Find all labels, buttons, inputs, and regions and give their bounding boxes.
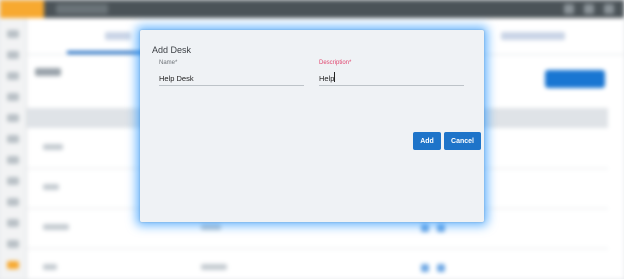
table-cell xyxy=(201,264,227,270)
table-cell xyxy=(43,144,63,150)
table-cell xyxy=(43,224,69,230)
name-field: Name* xyxy=(159,60,304,87)
tab-active[interactable] xyxy=(105,32,131,40)
description-label: Description* xyxy=(319,60,352,66)
text-cursor xyxy=(334,72,335,82)
tab[interactable] xyxy=(501,32,565,40)
sidebar-icon[interactable] xyxy=(7,93,19,101)
sidebar-icon[interactable] xyxy=(7,240,19,248)
dialog-title: Add Desk xyxy=(152,45,192,55)
table-cell xyxy=(43,264,57,270)
name-label: Name* xyxy=(159,60,178,66)
sidebar-icon[interactable] xyxy=(7,198,19,206)
description-field: Description* xyxy=(319,60,464,87)
add-desk-dialog: Add Desk Name* Description* Add Cancel xyxy=(140,30,484,222)
cancel-button[interactable]: Cancel xyxy=(444,132,481,150)
description-input[interactable] xyxy=(319,71,464,86)
section-title-placeholder xyxy=(35,68,61,76)
add-desk-button[interactable] xyxy=(545,70,605,88)
app-logo xyxy=(0,0,44,18)
table-cell xyxy=(201,224,221,230)
bell-icon[interactable] xyxy=(564,4,574,14)
sidebar-icon[interactable] xyxy=(7,135,19,143)
top-bar xyxy=(0,0,624,18)
table-row-divider xyxy=(27,248,608,249)
settings-icon[interactable] xyxy=(584,4,594,14)
sidebar xyxy=(0,18,27,279)
delete-icon[interactable] xyxy=(437,224,445,232)
user-icon[interactable] xyxy=(604,4,614,14)
sidebar-icon[interactable] xyxy=(7,72,19,80)
edit-icon[interactable] xyxy=(421,264,429,272)
table-cell xyxy=(43,184,59,190)
add-button[interactable]: Add xyxy=(413,132,441,150)
sidebar-icon[interactable] xyxy=(7,30,19,38)
name-input[interactable] xyxy=(159,71,304,86)
delete-icon[interactable] xyxy=(437,264,445,272)
edit-icon[interactable] xyxy=(421,224,429,232)
sidebar-icon-active[interactable] xyxy=(7,261,19,269)
sidebar-icon[interactable] xyxy=(7,51,19,59)
sidebar-icon[interactable] xyxy=(7,114,19,122)
sidebar-icon[interactable] xyxy=(7,219,19,227)
sidebar-icon[interactable] xyxy=(7,177,19,185)
sidebar-icon[interactable] xyxy=(7,156,19,164)
top-bar-title-placeholder xyxy=(56,4,108,14)
